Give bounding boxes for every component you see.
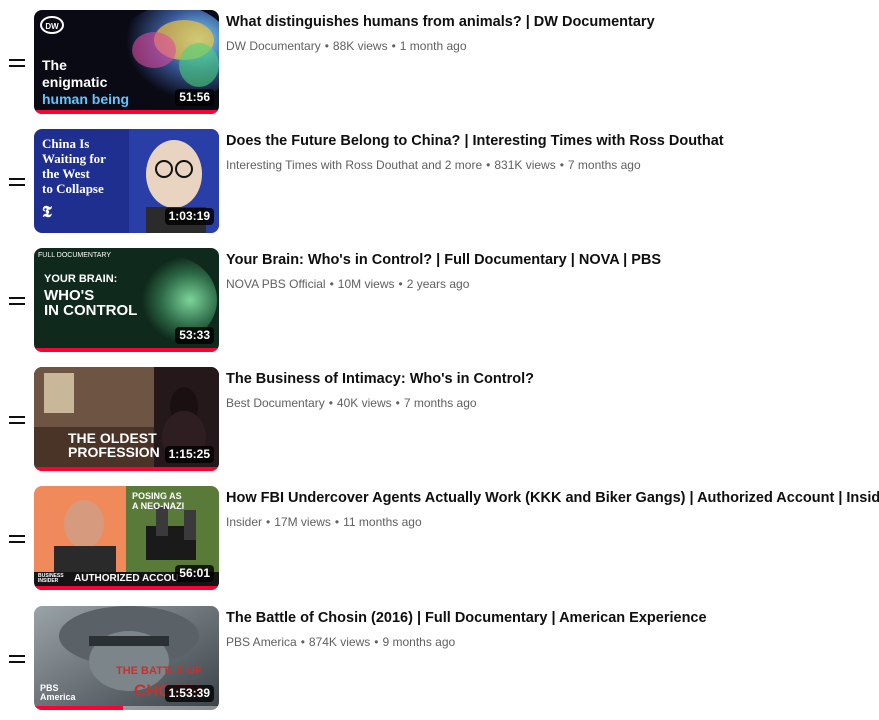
playlist-item[interactable]: THE BATTLE OF CHOSIN PBS America 1:53:39… <box>0 606 879 712</box>
thumbnail-caption: the West <box>42 166 90 181</box>
thumbnail-caption: The <box>42 57 67 73</box>
nyt-logo-icon: 𝕿 <box>42 204 52 221</box>
upload-age: 1 month ago <box>399 39 467 53</box>
view-count: 874K views <box>308 635 371 649</box>
thumbnail-caption: PROFESSION <box>68 444 160 460</box>
video-thumbnail[interactable]: THE OLDEST PROFESSION 1:15:25 <box>34 367 219 471</box>
video-thumbnail[interactable]: DW The enigmatic human being 51:56 <box>34 10 219 114</box>
video-meta: DW Documentary • 88K views • 1 month ago <box>226 39 467 53</box>
thumbnail-caption: enigmatic <box>42 74 108 90</box>
duration-badge: 51:56 <box>175 89 214 106</box>
watch-progress-bar <box>34 467 219 471</box>
dw-logo: DW <box>40 16 64 34</box>
watch-progress-bar <box>34 586 219 590</box>
thumbnail-caption: A NEO-NAZI <box>132 501 185 511</box>
pbs-logo: PBS America <box>40 683 76 703</box>
video-title[interactable]: How FBI Undercover Agents Actually Work … <box>226 488 879 508</box>
duration-badge: 1:53:39 <box>164 685 214 702</box>
business-insider-logo: BUSINESS INSIDER <box>38 573 64 585</box>
video-thumbnail[interactable]: THE BATTLE OF CHOSIN PBS America 1:53:39 <box>34 606 219 710</box>
drag-handle-icon[interactable] <box>9 58 25 68</box>
video-meta: PBS America • 874K views • 9 months ago <box>226 635 456 649</box>
view-count: 831K views <box>494 158 556 172</box>
video-title[interactable]: The Battle of Chosin (2016) | Full Docum… <box>226 608 871 628</box>
thumbnail-caption: YOUR BRAIN: <box>44 273 118 285</box>
thumbnail-caption: China Is <box>42 136 90 151</box>
video-thumbnail[interactable]: China Is Waiting for the West to Collaps… <box>34 129 219 233</box>
upload-age: 11 months ago <box>343 515 422 529</box>
thumbnail-caption: THE BATTLE OF <box>116 665 202 677</box>
drag-handle-icon[interactable] <box>9 177 25 187</box>
duration-badge: 1:15:25 <box>164 446 214 463</box>
video-meta: Best Documentary • 40K views • 7 months ago <box>226 396 477 410</box>
upload-age: 2 years ago <box>406 277 470 291</box>
playlist-item[interactable]: DW The enigmatic human being 51:56 What … <box>0 10 879 116</box>
thumbnail-caption: AUTHORIZED ACCOU <box>74 573 179 584</box>
view-count: 88K views <box>332 39 388 53</box>
playlist-item[interactable]: FULL DOCUMENTARY YOUR BRAIN: WHO'S IN CO… <box>0 248 879 354</box>
video-meta: NOVA PBS Official • 10M views • 2 years ago <box>226 277 470 291</box>
playlist-item[interactable]: POSING AS A NEO-NAZI BUSINESS INSIDER AU… <box>0 486 879 592</box>
view-count: 10M views <box>337 277 395 291</box>
duration-badge: 1:03:19 <box>164 208 214 225</box>
thumbnail-caption: human being <box>42 91 130 107</box>
channel-name[interactable]: Best Documentary <box>226 396 325 410</box>
channel-name[interactable]: Interesting Times with Ross Douthat <box>226 158 418 172</box>
video-title[interactable]: The Business of Intimacy: Who's in Contr… <box>226 369 871 389</box>
drag-handle-icon[interactable] <box>9 534 25 544</box>
thumbnail-caption: IN CONTROL <box>44 302 138 319</box>
video-thumbnail[interactable]: POSING AS A NEO-NAZI BUSINESS INSIDER AU… <box>34 486 219 590</box>
channel-name[interactable]: PBS America <box>226 635 297 649</box>
drag-handle-icon[interactable] <box>9 654 25 664</box>
upload-age: 7 months ago <box>567 158 641 172</box>
duration-badge: 56:01 <box>175 565 214 582</box>
channel-name[interactable]: DW Documentary <box>226 39 321 53</box>
video-meta: Interesting Times with Ross Douthat and … <box>226 158 641 172</box>
video-thumbnail[interactable]: FULL DOCUMENTARY YOUR BRAIN: WHO'S IN CO… <box>34 248 219 352</box>
more-channels[interactable]: and 2 more <box>421 158 482 172</box>
video-title[interactable]: Does the Future Belong to China? | Inter… <box>226 131 871 151</box>
video-title[interactable]: What distinguishes humans from animals? … <box>226 12 871 32</box>
watch-progress-bar <box>34 348 219 352</box>
playlist-item[interactable]: China Is Waiting for the West to Collaps… <box>0 129 879 235</box>
watch-progress-bar <box>34 706 123 710</box>
duration-badge: 53:33 <box>175 327 214 344</box>
playlist-item[interactable]: THE OLDEST PROFESSION 1:15:25 The Busine… <box>0 367 879 473</box>
video-meta: Insider • 17M views • 11 months ago <box>226 515 422 529</box>
drag-handle-icon[interactable] <box>9 296 25 306</box>
thumbnail-caption: Waiting for <box>42 151 106 166</box>
full-documentary-badge: FULL DOCUMENTARY <box>38 252 111 259</box>
channel-name[interactable]: NOVA PBS Official <box>226 277 326 291</box>
video-title[interactable]: Your Brain: Who's in Control? | Full Doc… <box>226 250 871 270</box>
upload-age: 9 months ago <box>382 635 456 649</box>
thumbnail-caption: to Collapse <box>42 181 104 196</box>
channel-name[interactable]: Insider <box>226 515 262 529</box>
view-count: 17M views <box>274 515 331 529</box>
upload-age: 7 months ago <box>403 396 477 410</box>
drag-handle-icon[interactable] <box>9 415 25 425</box>
watch-progress-bar <box>34 110 219 114</box>
view-count: 40K views <box>336 396 392 410</box>
